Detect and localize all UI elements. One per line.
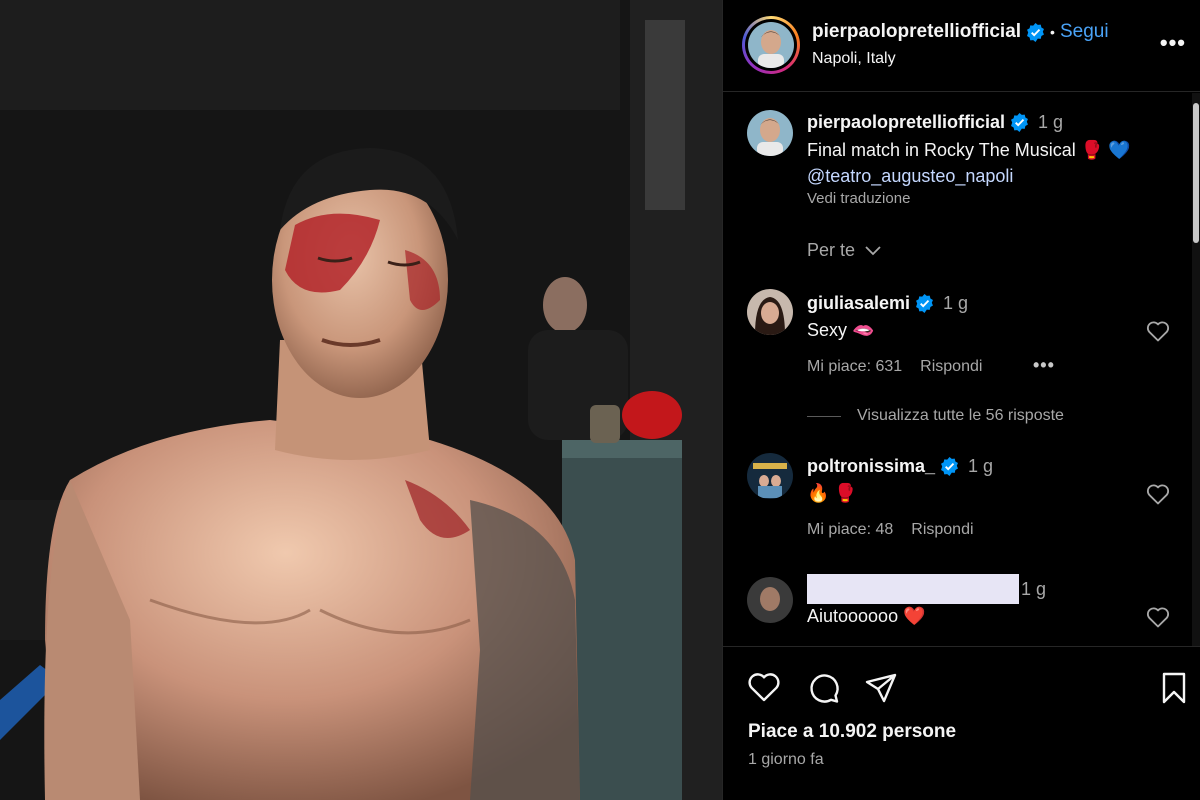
- like-comment-heart-icon[interactable]: [1146, 606, 1170, 628]
- verified-badge-icon: [1027, 22, 1045, 42]
- comment-text: Aiutoooooo ❤️: [807, 606, 926, 626]
- comment-filter-dropdown[interactable]: Per te: [807, 240, 882, 261]
- post-username[interactable]: pierpaolopretelliofficial: [812, 21, 1021, 43]
- comments-scrollbar[interactable]: [1192, 93, 1200, 646]
- comment-avatar[interactable]: [747, 453, 793, 499]
- post-image: [0, 0, 722, 800]
- comment-time: 1 g: [968, 456, 994, 476]
- bookmark-icon[interactable]: [1157, 671, 1191, 705]
- replies-divider: [807, 415, 841, 417]
- caption-text: Final match in Rocky The Musical 🥊 💙: [807, 140, 1131, 160]
- comment-text: 🔥 🥊: [807, 483, 857, 503]
- verified-badge-icon: [1011, 113, 1029, 132]
- comment-text: Sexy 🫦: [807, 320, 875, 340]
- reply-button[interactable]: Rispondi: [911, 521, 973, 539]
- scrollbar-thumb[interactable]: [1193, 103, 1199, 243]
- caption-mention-link[interactable]: @teatro_augusteo_napoli: [807, 163, 1013, 189]
- view-replies-label: Visualizza tutte le 56 risposte: [857, 407, 1064, 424]
- verified-badge-icon: [941, 457, 958, 476]
- avatar[interactable]: [748, 22, 794, 68]
- comment-more-options-icon[interactable]: •••: [1033, 355, 1055, 376]
- caption-time: 1 g: [1038, 112, 1064, 132]
- post-header: pierpaolopretelliofficial • Segui Napoli…: [723, 0, 1200, 92]
- redacted-username: [807, 574, 1019, 604]
- comment-avatar[interactable]: [747, 577, 793, 623]
- follow-button[interactable]: Segui: [1060, 21, 1109, 43]
- post-actions: Piace a 10.902 persone 1 giorno fa: [723, 646, 1200, 800]
- story-ring[interactable]: [742, 16, 800, 74]
- comment-time: 1 g: [943, 293, 969, 313]
- caption-username[interactable]: pierpaolopretelliofficial: [807, 112, 1005, 133]
- post-photo[interactable]: [0, 0, 722, 800]
- like-comment-heart-icon[interactable]: [1146, 320, 1170, 342]
- view-replies-button[interactable]: Visualizza tutte le 56 risposte: [807, 407, 1064, 425]
- reply-button[interactable]: Rispondi: [920, 358, 982, 376]
- paper-plane-icon[interactable]: [864, 671, 898, 705]
- comment-username[interactable]: giuliasalemi: [807, 293, 910, 314]
- heart-icon[interactable]: [747, 671, 781, 705]
- like-comment-heart-icon[interactable]: [1146, 483, 1170, 505]
- comment-filter-label: Per te: [807, 240, 856, 260]
- chevron-down-icon: [865, 246, 881, 256]
- comment-likes[interactable]: Mi piace: 631: [807, 358, 902, 376]
- post-side-panel: pierpaolopretelliofficial • Segui Napoli…: [722, 0, 1200, 800]
- comment-time: 1 g: [1021, 578, 1047, 599]
- translate-link[interactable]: Vedi traduzione: [807, 190, 910, 207]
- verified-badge-icon: [916, 294, 934, 313]
- post-date: 1 giorno fa: [748, 751, 824, 768]
- post-location[interactable]: Napoli, Italy: [812, 50, 896, 68]
- likes-count[interactable]: Piace a 10.902 persone: [748, 721, 956, 743]
- comment-username[interactable]: poltronissima_: [807, 456, 935, 477]
- separator-dot: •: [1050, 24, 1055, 40]
- more-options-icon[interactable]: •••: [1160, 30, 1186, 56]
- comment-likes[interactable]: Mi piace: 48: [807, 521, 893, 539]
- comments-list[interactable]: pierpaolopretelliofficial 1 g Final matc…: [723, 93, 1200, 646]
- caption-avatar[interactable]: [747, 110, 793, 156]
- comment-icon[interactable]: [807, 671, 841, 705]
- comment-avatar[interactable]: [747, 289, 793, 335]
